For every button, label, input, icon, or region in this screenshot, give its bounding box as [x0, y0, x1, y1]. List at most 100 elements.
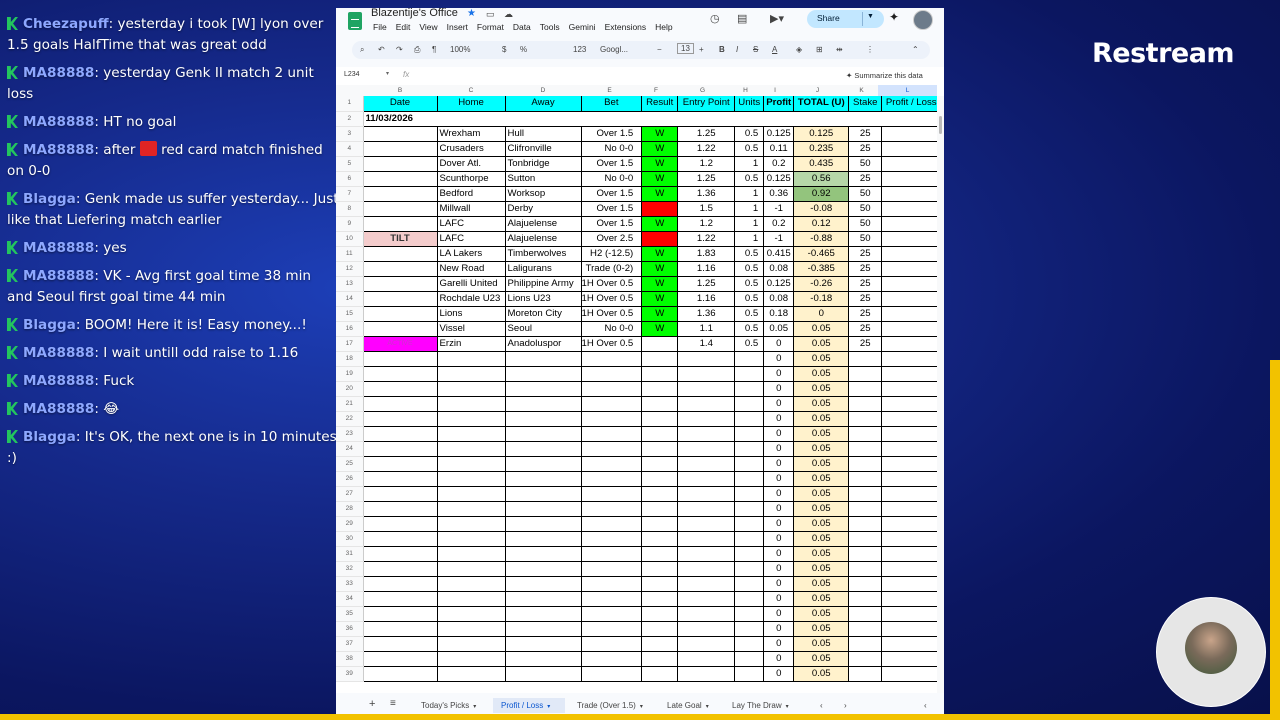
empty-cell[interactable] — [505, 396, 582, 412]
row-number[interactable]: 30 — [336, 531, 364, 547]
empty-cell[interactable] — [734, 546, 765, 562]
empty-cell[interactable] — [437, 576, 506, 592]
away-cell[interactable]: Derby — [505, 201, 582, 217]
empty-cell[interactable] — [881, 366, 942, 382]
home-cell[interactable]: Wrexham — [437, 126, 506, 142]
pl-cell[interactable] — [881, 201, 942, 217]
empty-cell[interactable] — [363, 516, 438, 532]
profit-cell[interactable]: 0.2 — [763, 216, 795, 232]
percent-button[interactable]: % — [520, 45, 527, 54]
empty-cell[interactable] — [363, 501, 438, 517]
merge-icon[interactable]: ⇹ — [836, 45, 843, 54]
header-cell[interactable]: Profit — [763, 96, 795, 112]
units-cell[interactable]: 1 — [734, 156, 765, 172]
chevron-down-icon[interactable]: ▾ — [706, 704, 709, 710]
entry-cell[interactable]: 1.5 — [677, 201, 736, 217]
empty-cell[interactable] — [437, 486, 506, 502]
currency-button[interactable]: $ — [502, 45, 506, 54]
row-number[interactable]: 22 — [336, 411, 364, 427]
result-cell[interactable]: W — [641, 171, 679, 187]
empty-cell[interactable] — [848, 651, 883, 667]
empty-cell[interactable] — [677, 456, 736, 472]
pl-cell[interactable] — [881, 216, 942, 232]
away-cell[interactable]: Timberwolves — [505, 246, 582, 262]
chevron-down-icon[interactable]: ▾ — [473, 704, 476, 710]
profit-cell[interactable]: 0.11 — [763, 141, 795, 157]
stake-cell[interactable]: 25 — [848, 336, 883, 352]
empty-cell[interactable] — [848, 576, 883, 592]
empty-cell[interactable] — [734, 411, 765, 427]
empty-cell[interactable] — [641, 561, 679, 577]
profit-cell[interactable]: 0 — [763, 381, 795, 397]
away-cell[interactable]: Moreton City — [505, 306, 582, 322]
row-number[interactable]: 39 — [336, 666, 364, 682]
empty-cell[interactable] — [641, 426, 679, 442]
empty-cell[interactable] — [734, 396, 765, 412]
total-cell[interactable]: 0.05 — [793, 621, 850, 637]
date-cell[interactable]: ACTIVE — [363, 336, 438, 352]
empty-cell[interactable] — [677, 501, 736, 517]
row-number[interactable]: 20 — [336, 381, 364, 397]
empty-cell[interactable] — [641, 546, 679, 562]
empty-cell[interactable] — [437, 546, 506, 562]
menu-data[interactable]: Data — [513, 22, 531, 32]
row-number[interactable]: 32 — [336, 561, 364, 577]
total-cell[interactable]: 0.05 — [793, 591, 850, 607]
all-sheets-icon[interactable]: ≡ — [390, 698, 396, 709]
empty-cell[interactable] — [437, 531, 506, 547]
bet-cell[interactable]: Over 2.5 — [581, 231, 643, 247]
date-cell[interactable] — [363, 306, 438, 322]
empty-cell[interactable] — [363, 456, 438, 472]
empty-cell[interactable] — [437, 666, 506, 682]
empty-cell[interactable] — [881, 606, 942, 622]
total-cell[interactable]: 0.05 — [793, 636, 850, 652]
sheets-logo-icon[interactable] — [348, 12, 362, 30]
empty-cell[interactable] — [677, 606, 736, 622]
profit-cell[interactable]: 0 — [763, 486, 795, 502]
fill-color-icon[interactable]: ◈ — [796, 45, 802, 54]
bet-cell[interactable]: 1H Over 0.5 — [581, 291, 643, 307]
total-cell[interactable]: -0.08 — [793, 201, 850, 217]
result-cell[interactable] — [641, 336, 679, 352]
home-cell[interactable]: LAFC — [437, 216, 506, 232]
row-number[interactable]: 27 — [336, 486, 364, 502]
column-header-l[interactable]: L — [878, 85, 937, 96]
empty-cell[interactable] — [363, 471, 438, 487]
row-number[interactable]: 4 — [336, 141, 364, 157]
profit-cell[interactable]: 0.36 — [763, 186, 795, 202]
empty-cell[interactable] — [581, 636, 643, 652]
profit-cell[interactable]: 0.05 — [763, 321, 795, 337]
empty-cell[interactable] — [505, 636, 582, 652]
empty-cell[interactable] — [641, 111, 678, 127]
home-cell[interactable]: Vissel — [437, 321, 506, 337]
empty-cell[interactable] — [881, 546, 942, 562]
empty-cell[interactable] — [363, 441, 438, 457]
empty-cell[interactable] — [881, 471, 942, 487]
total-cell[interactable]: 0.05 — [793, 516, 850, 532]
row-number[interactable]: 12 — [336, 261, 364, 277]
empty-cell[interactable] — [641, 456, 679, 472]
total-cell[interactable]: 0.05 — [793, 336, 850, 352]
empty-cell[interactable] — [881, 501, 942, 517]
font-size-input[interactable]: 13 — [677, 43, 694, 54]
empty-cell[interactable] — [363, 396, 438, 412]
empty-cell[interactable] — [581, 486, 643, 502]
total-cell[interactable]: 0.56 — [793, 171, 850, 187]
menu-file[interactable]: File — [373, 22, 387, 32]
bet-cell[interactable]: No 0-0 — [581, 171, 643, 187]
empty-cell[interactable] — [363, 666, 438, 682]
row-number[interactable]: 11 — [336, 246, 364, 262]
home-cell[interactable]: Scunthorpe — [437, 171, 506, 187]
away-cell[interactable]: Lions U23 — [505, 291, 582, 307]
empty-cell[interactable] — [848, 621, 883, 637]
total-cell[interactable]: 0.05 — [793, 426, 850, 442]
home-cell[interactable]: Garelli United — [437, 276, 506, 292]
empty-cell[interactable] — [641, 516, 679, 532]
empty-cell[interactable] — [848, 366, 883, 382]
collapse-chevron-icon[interactable]: ⌃ — [912, 45, 919, 54]
row-number[interactable]: 35 — [336, 606, 364, 622]
empty-cell[interactable] — [677, 396, 736, 412]
home-cell[interactable]: Rochdale U23 — [437, 291, 506, 307]
empty-cell[interactable] — [848, 456, 883, 472]
entry-cell[interactable]: 1.16 — [677, 291, 736, 307]
